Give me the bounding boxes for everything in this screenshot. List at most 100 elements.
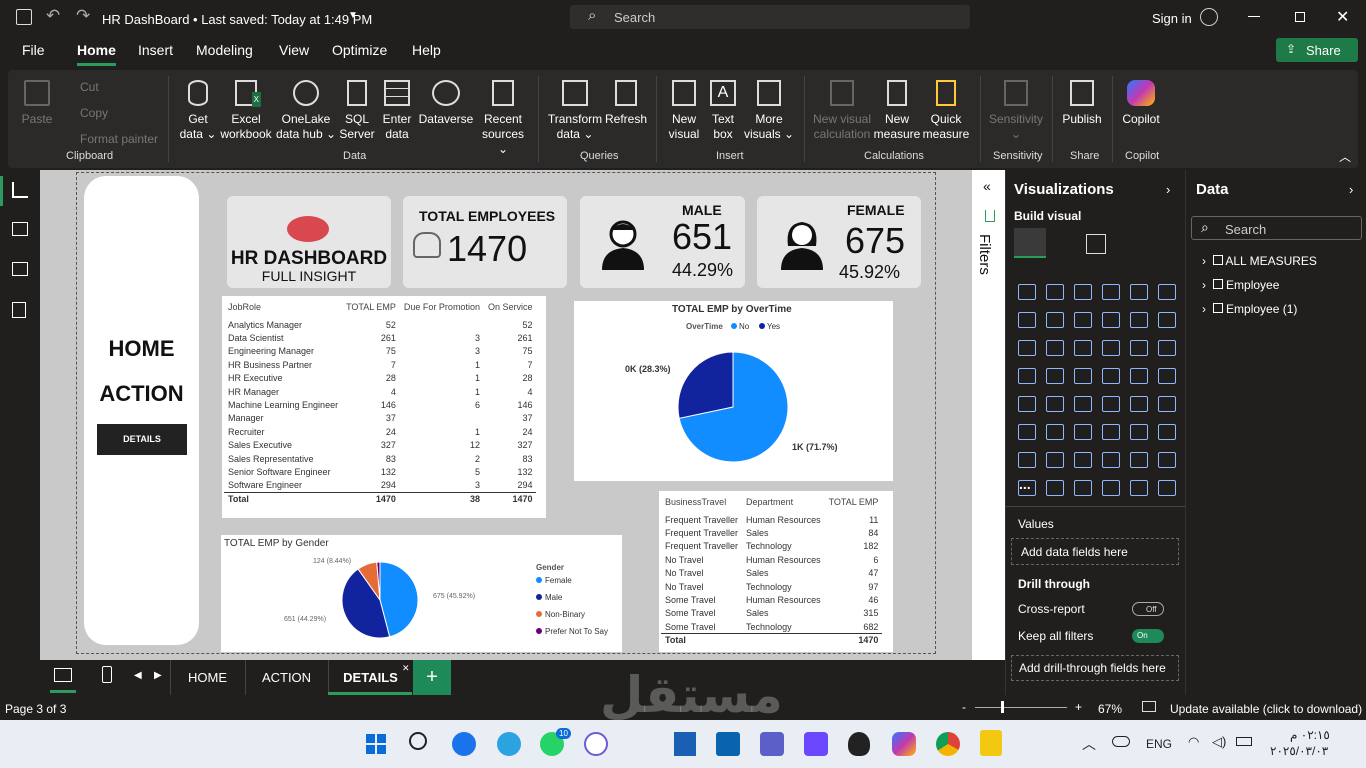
viz-type-icon[interactable] [1074, 480, 1092, 496]
copilot-taskbar-icon[interactable] [892, 732, 916, 756]
copy-button[interactable]: Copy [80, 106, 108, 121]
sensitivity-button[interactable]: Sensitivity ⌄ [986, 80, 1046, 142]
viz-type-icon[interactable] [1046, 368, 1064, 384]
collapse-ribbon-icon[interactable]: ︿ [1339, 148, 1351, 165]
app-icon-u[interactable] [584, 732, 608, 756]
menu-modeling[interactable]: Modeling [196, 42, 253, 58]
menu-insert[interactable]: Insert [138, 42, 173, 58]
viz-type-icon[interactable] [1158, 452, 1176, 468]
viz-type-icon[interactable] [1102, 396, 1120, 412]
viz-type-icon[interactable] [1102, 480, 1120, 496]
collapse-viz-icon[interactable]: › [1166, 182, 1170, 197]
menu-optimize[interactable]: Optimize [332, 42, 387, 58]
chevron-down-icon[interactable]: ▼ [348, 10, 358, 21]
viz-type-icon[interactable] [1130, 368, 1148, 384]
viz-type-icon[interactable] [1130, 312, 1148, 328]
close-tab-icon[interactable]: ✕ [402, 663, 410, 674]
field-employee[interactable]: › Employee [1202, 278, 1279, 292]
overtime-pie-visual[interactable]: TOTAL EMP by OverTime OverTime No Yes 1K (71… [574, 301, 893, 481]
fit-page-icon[interactable] [1142, 701, 1156, 712]
viz-type-icon[interactable] [1102, 284, 1120, 300]
menu-view[interactable]: View [279, 42, 309, 58]
viz-type-icon[interactable] [1130, 424, 1148, 440]
new-visual-button[interactable]: New visual [664, 80, 704, 142]
format-visual-icon[interactable] [1086, 234, 1106, 254]
window-title[interactable]: HR DashBoard • Last saved: Today at 1:49… [102, 12, 372, 27]
viz-type-icon[interactable] [1102, 340, 1120, 356]
field-all-measures[interactable]: › ALL MEASURES [1202, 254, 1317, 268]
text-box-button[interactable]: A Text box [706, 80, 740, 142]
dataverse-button[interactable]: Dataverse [416, 80, 476, 127]
recent-sources-button[interactable]: Recent sources ⌄ [476, 80, 530, 157]
language-indicator[interactable]: ENG [1146, 737, 1172, 751]
viz-type-icon[interactable] [1018, 452, 1036, 468]
viz-type-icon[interactable] [1046, 340, 1064, 356]
nav-home-button[interactable]: HOME [84, 336, 199, 362]
outlook-icon[interactable] [716, 732, 740, 756]
zoom-in-button[interactable]: + [1075, 700, 1082, 714]
cloud-icon[interactable] [1112, 736, 1130, 747]
format-painter-button[interactable]: Format painter [80, 132, 158, 147]
redo-icon[interactable]: ↷ [76, 6, 90, 26]
viz-type-icon[interactable] [1158, 340, 1176, 356]
viz-type-icon[interactable] [1074, 368, 1092, 384]
app-icon-tools[interactable] [804, 732, 828, 756]
user-icon[interactable] [1200, 8, 1218, 26]
tab-details[interactable]: DETAILS [328, 660, 412, 695]
undo-icon[interactable]: ↶ [46, 6, 60, 26]
start-icon[interactable] [366, 734, 386, 754]
nav-action-button[interactable]: ACTION [84, 381, 199, 407]
jobrole-table[interactable]: JobRole TOTAL EMP Due For Promotion On Serv… [222, 296, 546, 518]
prev-page-icon[interactable]: ◀ [134, 670, 142, 681]
viz-type-icon[interactable] [1158, 312, 1176, 328]
viz-type-icon[interactable] [1018, 340, 1036, 356]
viz-type-icon[interactable] [1130, 480, 1148, 496]
desktop-layout-icon[interactable] [54, 668, 72, 682]
viz-type-icon[interactable] [1102, 452, 1120, 468]
maximize-icon[interactable] [1295, 12, 1305, 22]
app-icon-a[interactable] [674, 732, 696, 756]
onelake-button[interactable]: OneLake data hub ⌄ [274, 80, 338, 142]
viz-type-icon[interactable] [1102, 424, 1120, 440]
share-button[interactable]: ⇪ Share [1276, 38, 1358, 62]
add-page-button[interactable]: + [413, 660, 451, 695]
zoom-slider[interactable] [975, 707, 1067, 708]
viz-type-icon[interactable] [1130, 452, 1148, 468]
viz-type-icon[interactable] [1046, 396, 1064, 412]
chevron-up-icon[interactable]: ︿ [1082, 734, 1096, 754]
save-icon[interactable] [16, 9, 32, 25]
cut-button[interactable]: Cut [80, 80, 99, 95]
viz-type-icon[interactable] [1074, 312, 1092, 328]
battery-icon[interactable] [1236, 737, 1252, 746]
keep-filters-toggle[interactable]: On [1132, 629, 1164, 643]
sql-button[interactable]: SQL Server [338, 80, 376, 142]
dax-view-icon[interactable] [12, 302, 26, 318]
drill-through-dropzone[interactable]: Add drill-through fields here [1011, 655, 1179, 681]
viz-type-icon[interactable] [1102, 368, 1120, 384]
cross-report-toggle[interactable]: Off [1132, 602, 1164, 616]
wifi-icon[interactable]: ◠ [1188, 734, 1199, 750]
quick-measure-button[interactable]: Quick measure [920, 80, 972, 142]
more-visuals-ellipsis[interactable]: ... [1019, 476, 1031, 492]
mobile-layout-icon[interactable] [102, 666, 112, 683]
model-view-icon[interactable] [12, 262, 28, 276]
viz-type-icon[interactable] [1018, 424, 1036, 440]
powerbi-taskbar-icon[interactable] [980, 730, 1002, 756]
menu-file[interactable]: File [22, 42, 45, 58]
telegram-icon[interactable] [497, 732, 521, 756]
volume-icon[interactable]: ◁) [1212, 734, 1226, 750]
zoom-level[interactable]: 67% [1098, 702, 1122, 716]
collapse-data-icon[interactable]: › [1349, 182, 1353, 197]
viz-type-icon[interactable] [1130, 284, 1148, 300]
menu-help[interactable]: Help [412, 42, 441, 58]
transform-data-button[interactable]: Transform data ⌄ [546, 80, 604, 142]
search-icon[interactable] [409, 732, 427, 750]
build-visual-tab[interactable] [1014, 228, 1046, 258]
zoom-out-button[interactable]: - [962, 700, 966, 714]
viz-type-icon[interactable] [1158, 284, 1176, 300]
teams-icon[interactable] [760, 732, 784, 756]
viz-type-icon[interactable] [1046, 312, 1064, 328]
zoom-slider-thumb[interactable] [1001, 701, 1004, 713]
app-icon-penguin[interactable] [848, 732, 870, 756]
viz-type-icon[interactable] [1018, 396, 1036, 412]
